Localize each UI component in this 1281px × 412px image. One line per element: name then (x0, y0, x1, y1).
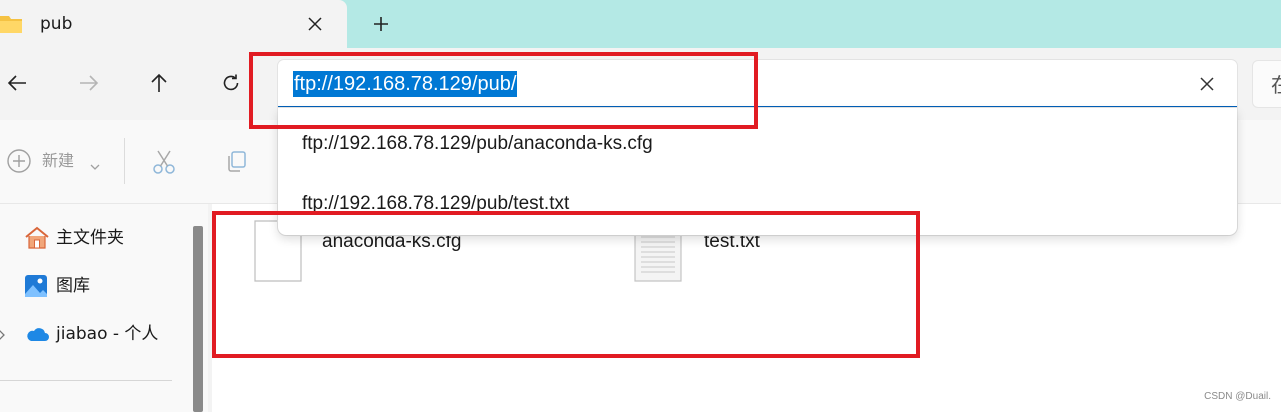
home-icon (24, 226, 50, 250)
cloud-icon (24, 322, 50, 346)
watermark: CSDN @Duail. (1204, 391, 1271, 402)
sidebar-item-label: 图库 (56, 276, 90, 296)
refresh-icon[interactable] (214, 66, 248, 100)
close-icon[interactable] (300, 10, 330, 38)
arrow-left-icon[interactable] (0, 66, 34, 100)
add-circle-icon (6, 148, 32, 178)
sidebar-item-label: 主文件夹 (56, 228, 124, 248)
sidebar-item-label: jiabao - 个人 (56, 324, 159, 344)
chevron-down-icon (90, 156, 100, 175)
sidebar-item-gallery[interactable]: 图库 (0, 268, 180, 302)
arrow-up-icon[interactable] (142, 66, 176, 100)
toolbar-divider (124, 138, 125, 184)
annotation-box-files (212, 211, 920, 358)
navigation-pane: 主文件夹 图库 jiabao - 个人 (0, 204, 190, 412)
tab-title: pub (40, 14, 73, 34)
plus-icon[interactable] (366, 10, 396, 38)
copy-icon[interactable] (222, 148, 250, 176)
search-input[interactable]: 在 (1252, 60, 1281, 108)
search-placeholder: 在 (1271, 72, 1281, 98)
sidebar-item-onedrive[interactable]: jiabao - 个人 (0, 316, 180, 350)
suggestion-text: ftp://192.168.78.129/pub/anaconda-ks.cfg (302, 133, 653, 154)
file-explorer-window: pub ftp://192.168.78.129/pub/ 新建 主文件夹 图库… (0, 0, 1281, 412)
new-button-label: 新建 (42, 151, 75, 170)
gallery-icon (24, 274, 50, 298)
tab-pub[interactable]: pub (0, 0, 347, 48)
arrow-right-icon[interactable] (72, 66, 106, 100)
scissors-icon[interactable] (150, 148, 178, 176)
chevron-right-icon[interactable] (0, 326, 6, 345)
sidebar-divider (0, 380, 172, 381)
tab-strip: pub (0, 0, 1281, 48)
new-button[interactable]: 新建 (6, 146, 106, 176)
folder-icon (0, 13, 24, 35)
annotation-box-address (249, 52, 758, 129)
sidebar-item-home[interactable]: 主文件夹 (0, 220, 180, 254)
scrollbar-thumb[interactable] (193, 226, 203, 412)
close-icon[interactable] (1197, 74, 1217, 94)
